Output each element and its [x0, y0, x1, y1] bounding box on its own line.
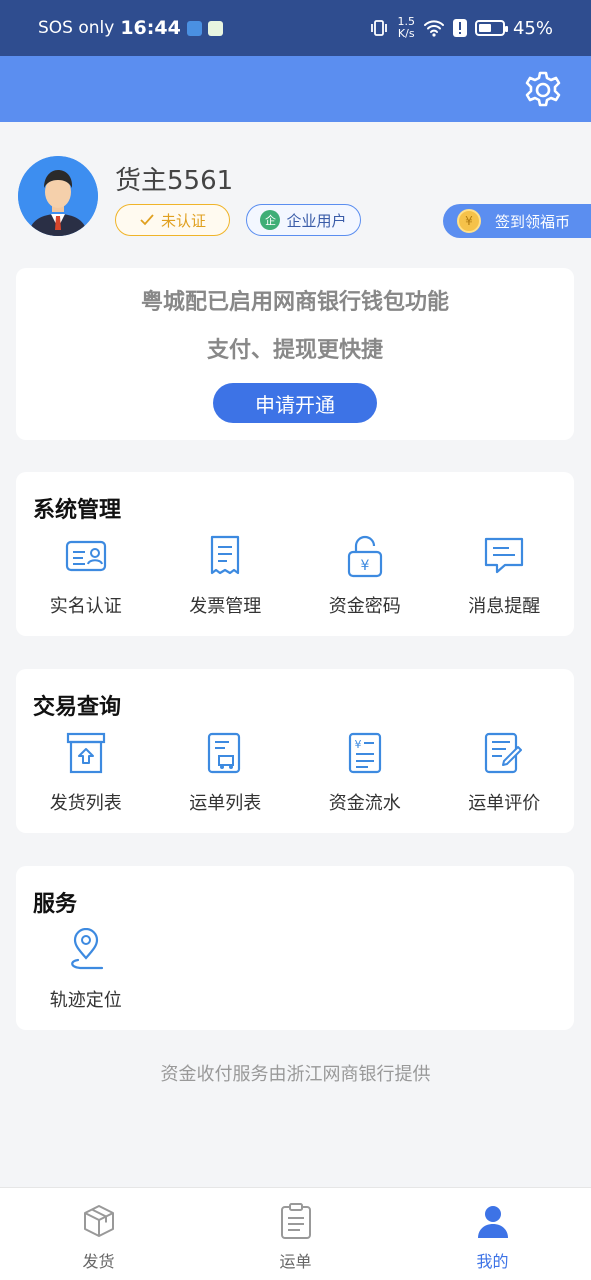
tab-ship[interactable]: 发货	[0, 1188, 197, 1280]
box-icon	[83, 1205, 114, 1237]
clipboard-icon	[280, 1203, 311, 1239]
alert-icon	[452, 19, 467, 37]
svg-text:¥: ¥	[354, 738, 361, 751]
system-management-card: 系统管理 实名认证 发票管理 ¥ 资金密码 消息提醒	[16, 472, 574, 636]
username: 货主5561	[115, 166, 234, 196]
tab-label: 发货	[82, 1252, 115, 1271]
menu-label: 轨迹定位	[49, 990, 122, 1011]
menu-label: 发货列表	[49, 793, 122, 814]
wifi-icon	[423, 20, 444, 37]
coin-icon: ¥	[457, 209, 481, 233]
service-card: 服务 轨迹定位	[16, 866, 574, 1030]
avatar[interactable]	[18, 156, 98, 236]
bottom-tab-bar: 发货 运单 我的	[0, 1187, 591, 1280]
menu-label: 运单评价	[468, 793, 541, 814]
app-header	[0, 56, 591, 122]
app-notification-icon	[207, 20, 223, 36]
review-icon	[485, 732, 523, 774]
menu-label: 资金密码	[328, 596, 401, 617]
user-icon	[477, 1206, 508, 1238]
lock-yuan-icon: ¥	[347, 535, 382, 578]
badge-label: 未认证	[160, 211, 206, 230]
promo-line-2: 支付、提现更快捷	[206, 338, 383, 363]
verification-status-badge[interactable]: 未认证	[115, 204, 230, 236]
vibrate-icon	[371, 20, 388, 36]
gear-icon	[525, 71, 561, 107]
location-pin-icon	[70, 928, 103, 970]
carrier-text: SOS only	[38, 18, 115, 38]
menu-item-waybill-list[interactable]: 运单列表	[156, 731, 296, 815]
menu-label: 发票管理	[189, 596, 262, 617]
menu-label: 运单列表	[189, 793, 262, 814]
tab-label: 我的	[476, 1252, 509, 1271]
profile-section: 货主5561 未认证 企 企业用户 ¥ 签到领福币	[0, 122, 591, 262]
menu-item-shipment-list[interactable]: 发货列表	[16, 731, 156, 815]
check-icon	[140, 214, 154, 226]
settings-button[interactable]	[521, 68, 565, 112]
clock: 16:44	[120, 17, 181, 39]
menu-item-fund-password[interactable]: ¥ 资金密码	[295, 534, 435, 618]
avatar-person-icon	[18, 156, 98, 236]
id-card-icon	[65, 540, 106, 572]
checkin-label: 签到领福币	[495, 212, 571, 231]
app-notification-icon	[186, 20, 202, 36]
svg-text:¥: ¥	[360, 558, 369, 574]
receipt-icon	[211, 535, 240, 575]
tab-waybill[interactable]: 运单	[197, 1188, 394, 1280]
enterprise-user-badge[interactable]: 企 企业用户	[246, 204, 361, 236]
promo-line-1: 粤城配已启用网商银行钱包功能	[140, 290, 449, 315]
menu-item-message-reminder[interactable]: 消息提醒	[435, 534, 575, 618]
menu-label: 消息提醒	[468, 596, 541, 617]
status-bar: SOS only 16:44 1.5 K/s 45%	[0, 0, 591, 56]
ship-box-icon	[66, 732, 105, 774]
tab-label: 运单	[279, 1252, 312, 1271]
net-speed: 1.5 K/s	[397, 15, 415, 40]
menu-item-waybill-review[interactable]: 运单评价	[435, 731, 575, 815]
section-title: 服务	[33, 892, 78, 917]
checkin-coins-button[interactable]: ¥ 签到领福币	[443, 204, 591, 238]
menu-item-invoice-management[interactable]: 发票管理	[156, 534, 296, 618]
menu-item-real-name-auth[interactable]: 实名认证	[16, 534, 156, 618]
wallet-promo-card: 粤城配已启用网商银行钱包功能 支付、提现更快捷 申请开通	[16, 268, 574, 440]
waybill-icon	[208, 732, 241, 774]
menu-label: 实名认证	[49, 596, 122, 617]
section-title: 系统管理	[33, 498, 122, 523]
menu-label: 资金流水	[328, 793, 401, 814]
menu-item-track-location[interactable]: 轨迹定位	[16, 928, 156, 1012]
bank-service-note: 资金收付服务由浙江网商银行提供	[160, 1064, 431, 1085]
trade-query-card: 交易查询 发货列表 运单列表 ¥ 资金流水 运单评价	[16, 669, 574, 833]
ledger-icon: ¥	[348, 732, 381, 774]
enterprise-shield-icon: 企	[260, 210, 281, 230]
badge-label: 企业用户	[286, 211, 347, 230]
section-title: 交易查询	[33, 695, 122, 720]
apply-activate-button[interactable]: 申请开通	[213, 383, 377, 423]
tab-mine[interactable]: 我的	[394, 1188, 591, 1280]
message-icon	[485, 537, 524, 574]
menu-item-fund-flow[interactable]: ¥ 资金流水	[295, 731, 435, 815]
battery-percent: 45%	[512, 17, 553, 39]
battery-icon	[474, 20, 508, 36]
